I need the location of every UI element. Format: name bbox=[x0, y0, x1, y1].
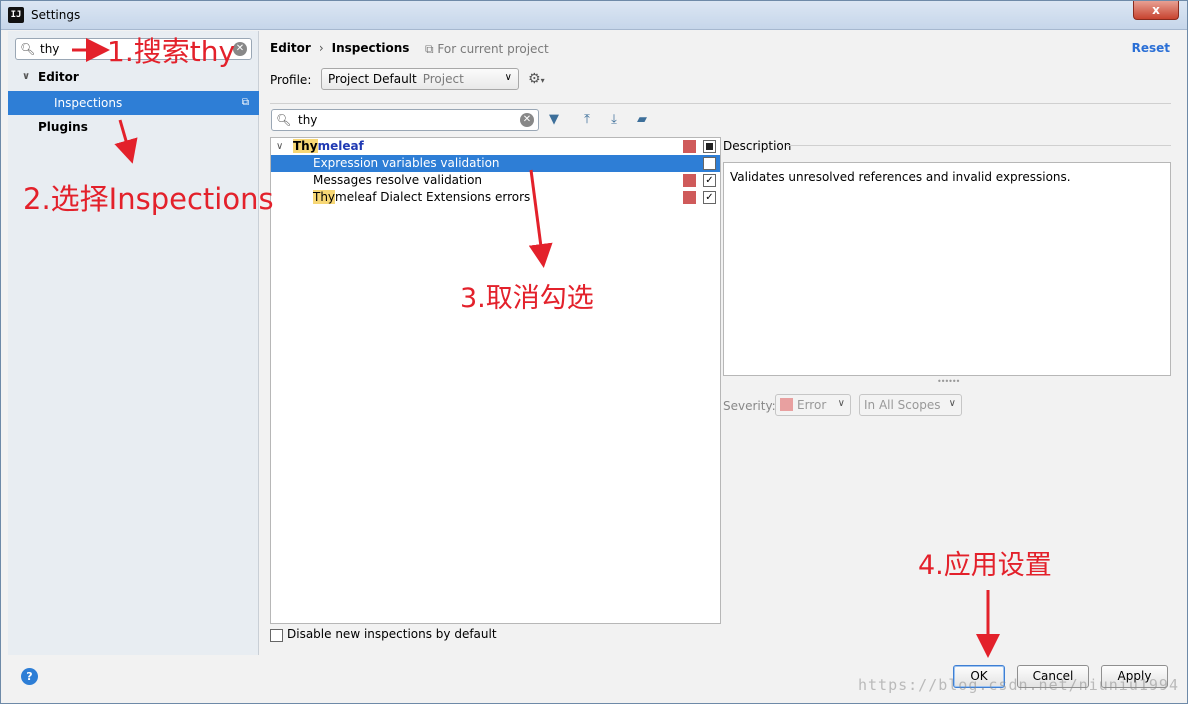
close-button[interactable]: x bbox=[1133, 1, 1179, 20]
search-highlight: Thy bbox=[313, 190, 336, 204]
sidebar-item-plugins[interactable]: Plugins bbox=[8, 115, 259, 139]
divider bbox=[270, 103, 1171, 104]
description-box: Validates unresolved references and inva… bbox=[723, 162, 1171, 376]
filter-icon[interactable]: ▼ bbox=[544, 112, 564, 130]
disable-new-inspections-checkbox[interactable] bbox=[270, 629, 283, 642]
sidebar-item-label: Inspections bbox=[54, 96, 123, 110]
scope-note-text: For current project bbox=[437, 42, 549, 56]
inspection-label: Messages resolve validation bbox=[313, 173, 483, 187]
divider bbox=[787, 145, 1171, 146]
breadcrumb: Editor › Inspections bbox=[270, 41, 409, 55]
clear-search-icon[interactable]: ✕ bbox=[520, 113, 534, 127]
severity-swatch bbox=[683, 140, 696, 153]
inspection-group-thymeleaf[interactable]: ∨ Thymeleaf bbox=[271, 138, 720, 155]
inspection-row[interactable]: Expression variables validation bbox=[271, 155, 720, 172]
gear-icon[interactable]: ⚙︎▾ bbox=[528, 71, 545, 87]
profile-label: Profile: bbox=[270, 73, 312, 87]
inspection-checkbox[interactable]: ✓ bbox=[703, 191, 716, 204]
clear-search-icon[interactable]: ✕ bbox=[233, 42, 247, 56]
severity-label: Severity: bbox=[723, 399, 776, 413]
search-icon: 🔍︎ bbox=[276, 113, 292, 127]
profile-value: Project Default bbox=[328, 72, 417, 86]
inspection-label: Thymeleaf Dialect Extensions errors bbox=[313, 189, 530, 206]
severity-value: Error bbox=[797, 398, 827, 412]
scope-note: ⧉ For current project bbox=[425, 42, 549, 57]
settings-window: IJ Settings x 🔍︎ ✕ ∨ Editor Inspections … bbox=[0, 0, 1188, 704]
reset-link[interactable]: Reset bbox=[1132, 41, 1170, 55]
sidebar-item-label: Plugins bbox=[38, 120, 88, 134]
breadcrumb-editor: Editor bbox=[270, 41, 311, 55]
splitter-handle[interactable]: •••••• bbox=[937, 377, 960, 386]
chevron-down-icon[interactable]: ∨ bbox=[22, 65, 30, 89]
disable-new-inspections-label: Disable new inspections by default bbox=[287, 627, 497, 641]
breadcrumb-inspections: Inspections bbox=[331, 41, 410, 55]
annotation-step1: 1.搜索thy bbox=[107, 35, 236, 68]
inspection-checkbox[interactable]: ✓ bbox=[703, 174, 716, 187]
scope-dropdown[interactable]: In All Scopes ∨ bbox=[859, 394, 962, 416]
severity-swatch bbox=[683, 191, 696, 204]
chevron-right-icon: › bbox=[318, 41, 324, 55]
severity-swatch bbox=[683, 174, 696, 187]
severity-dropdown[interactable]: Error ∨ bbox=[775, 394, 851, 416]
chevron-down-icon: ∨ bbox=[837, 398, 845, 409]
description-label: Description bbox=[723, 139, 792, 153]
search-icon: 🔍︎ bbox=[20, 42, 36, 56]
chevron-down-icon[interactable]: ∨ bbox=[276, 138, 283, 155]
inspection-tree: ∨ Thymeleaf Expression variables validat… bbox=[270, 137, 721, 624]
inspection-checkbox[interactable] bbox=[703, 157, 716, 170]
window-title: Settings bbox=[31, 8, 81, 22]
group-label: Thymeleaf bbox=[293, 138, 364, 155]
help-icon[interactable]: ? bbox=[21, 668, 38, 685]
annotation-step4: 4.应用设置 bbox=[918, 550, 1052, 581]
expand-all-icon[interactable]: ⤒ bbox=[577, 112, 597, 130]
profile-sub: Project bbox=[422, 72, 464, 86]
annotation-step3: 3.取消勾选 bbox=[460, 283, 594, 314]
sidebar-item-inspections[interactable]: Inspections ⧉ bbox=[8, 91, 259, 115]
search-highlight: Thy bbox=[293, 139, 318, 153]
group-checkbox[interactable] bbox=[703, 140, 716, 153]
inspection-search-input[interactable] bbox=[298, 112, 498, 128]
scope-value: In All Scopes bbox=[864, 398, 941, 412]
eraser-icon[interactable]: ▰ bbox=[632, 112, 652, 130]
inspection-label: Expression variables validation bbox=[313, 156, 500, 170]
description-text: Validates unresolved references and inva… bbox=[730, 170, 1071, 184]
inspection-row[interactable]: Thymeleaf Dialect Extensions errors ✓ bbox=[271, 189, 720, 206]
chevron-down-icon: ∨ bbox=[504, 72, 512, 83]
severity-swatch bbox=[780, 398, 793, 411]
project-copy-icon: ⧉ bbox=[425, 42, 434, 56]
intellij-app-icon: IJ bbox=[8, 7, 24, 23]
chevron-down-icon: ∨ bbox=[948, 398, 956, 409]
title-bar: IJ Settings x bbox=[1, 1, 1187, 30]
inspection-search-box[interactable]: 🔍︎ ✕ bbox=[271, 109, 539, 131]
watermark: https://blog.csdn.net/niuniu1994 bbox=[858, 676, 1179, 694]
inspection-row[interactable]: Messages resolve validation ✓ bbox=[271, 172, 720, 189]
annotation-step2: 2.选择Inspections bbox=[23, 182, 274, 216]
sidebar-item-label: Editor bbox=[38, 70, 79, 84]
collapse-all-icon[interactable]: ⤓ bbox=[604, 112, 624, 130]
profile-dropdown[interactable]: Project Default Project ∨ bbox=[321, 68, 519, 90]
settings-sidebar: 🔍︎ ✕ ∨ Editor Inspections ⧉ Plugins bbox=[8, 31, 259, 655]
group-label-rest: meleaf bbox=[317, 139, 364, 153]
project-copy-icon: ⧉ bbox=[241, 97, 249, 108]
inspection-label-rest: meleaf Dialect Extensions errors bbox=[335, 190, 531, 204]
